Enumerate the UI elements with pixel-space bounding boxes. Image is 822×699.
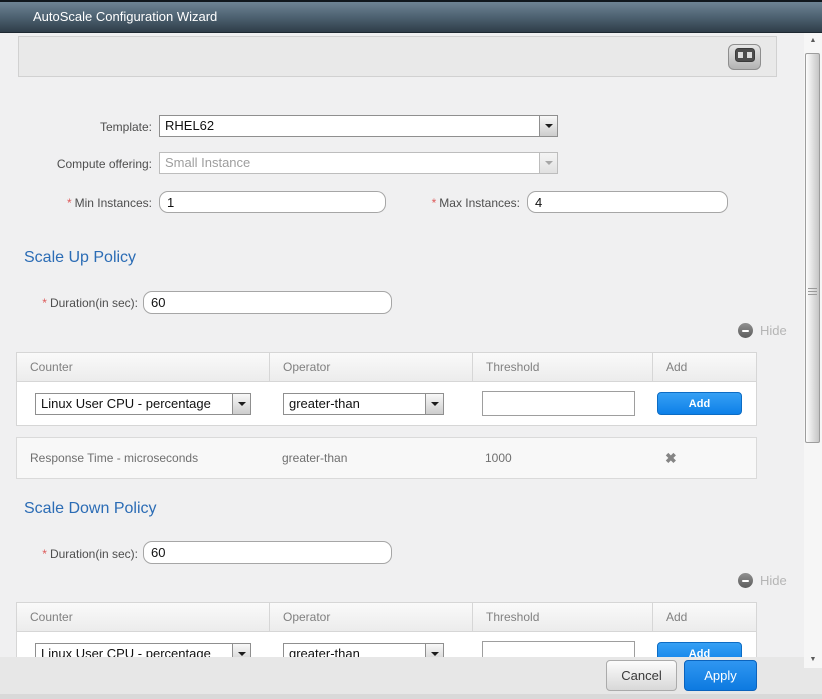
scrollbar-thumb[interactable] — [805, 53, 820, 443]
scale-up-duration-label: *Duration(in sec): — [0, 296, 138, 310]
chevron-down-icon — [425, 394, 443, 414]
vertical-scrollbar[interactable]: ▲ ▼ — [804, 33, 822, 668]
scroll-up-icon[interactable]: ▲ — [804, 33, 822, 49]
scale-up-duration-input[interactable] — [143, 291, 392, 314]
autoscale-group-icon — [735, 48, 755, 67]
autoscale-group-button[interactable] — [728, 44, 761, 70]
scale-down-hide-toggle[interactable]: Hide — [738, 573, 787, 588]
min-instances-label: *Min Instances: — [20, 196, 152, 210]
delete-row-icon[interactable]: ✖ — [665, 450, 677, 466]
operator-select[interactable]: greater-than — [283, 393, 444, 415]
required-asterisk: * — [42, 547, 47, 561]
chevron-down-icon — [232, 394, 250, 414]
scale-down-policy-heading: Scale Down Policy — [24, 500, 157, 518]
operator-column-header: Operator — [269, 353, 472, 381]
hide-label: Hide — [760, 573, 787, 588]
scale-up-hide-toggle[interactable]: Hide — [738, 323, 787, 338]
header-panel — [18, 36, 777, 77]
table-header-row: Counter Operator Threshold Add — [16, 602, 757, 632]
table-row: Response Time - microseconds greater-tha… — [16, 437, 757, 479]
add-column-header: Add — [652, 603, 756, 631]
row-threshold-value: 1000 — [472, 438, 652, 478]
row-counter-value: Response Time - microseconds — [17, 438, 269, 478]
counter-select-value: Linux User CPU - percentage — [36, 394, 232, 414]
footer-bottom-strip — [0, 694, 822, 699]
scroll-down-icon[interactable]: ▼ — [804, 652, 822, 668]
required-asterisk: * — [67, 196, 72, 210]
scale-down-duration-label: *Duration(in sec): — [0, 547, 138, 561]
counter-column-header: Counter — [17, 353, 269, 381]
counter-column-header: Counter — [17, 603, 269, 631]
compute-offering-label: Compute offering: — [20, 157, 152, 171]
operator-select-value: greater-than — [284, 394, 425, 414]
scale-up-policy-table: Counter Operator Threshold Add Linux Use… — [16, 352, 757, 426]
operator-column-header: Operator — [269, 603, 472, 631]
chevron-down-icon — [539, 153, 557, 173]
row-operator-value: greater-than — [269, 438, 472, 478]
cancel-button[interactable]: Cancel — [606, 660, 677, 691]
dialog-footer: Cancel Apply — [0, 657, 822, 699]
compute-offering-select-value: Small Instance — [160, 153, 539, 173]
required-asterisk: * — [42, 296, 47, 310]
add-condition-button[interactable]: Add — [657, 392, 742, 415]
scale-down-duration-input[interactable] — [143, 541, 392, 564]
min-instances-input[interactable] — [159, 191, 386, 213]
dialog-title: AutoScale Configuration Wizard — [33, 9, 217, 24]
dialog-titlebar: AutoScale Configuration Wizard — [0, 0, 822, 33]
table-header-row: Counter Operator Threshold Add — [16, 352, 757, 382]
threshold-column-header: Threshold — [472, 353, 652, 381]
template-label: Template: — [20, 120, 152, 134]
template-select[interactable]: RHEL62 — [159, 115, 558, 137]
chevron-down-icon — [539, 116, 557, 136]
table-input-row: Linux User CPU - percentage greater-than… — [16, 382, 757, 426]
required-asterisk: * — [432, 196, 437, 210]
template-select-value: RHEL62 — [160, 116, 539, 136]
apply-button[interactable]: Apply — [684, 660, 757, 691]
add-column-header: Add — [652, 353, 756, 381]
minus-circle-icon — [738, 323, 753, 338]
threshold-input[interactable] — [482, 391, 635, 416]
hide-label: Hide — [760, 323, 787, 338]
threshold-column-header: Threshold — [472, 603, 652, 631]
counter-select[interactable]: Linux User CPU - percentage — [35, 393, 251, 415]
autoscale-wizard-dialog: AutoScale Configuration Wizard Template:… — [0, 0, 822, 699]
scale-up-policy-heading: Scale Up Policy — [24, 249, 136, 267]
compute-offering-select: Small Instance — [159, 152, 558, 174]
minus-circle-icon — [738, 573, 753, 588]
scrollbar-grip — [808, 288, 817, 297]
max-instances-label: *Max Instances: — [390, 196, 520, 210]
max-instances-input[interactable] — [527, 191, 728, 213]
